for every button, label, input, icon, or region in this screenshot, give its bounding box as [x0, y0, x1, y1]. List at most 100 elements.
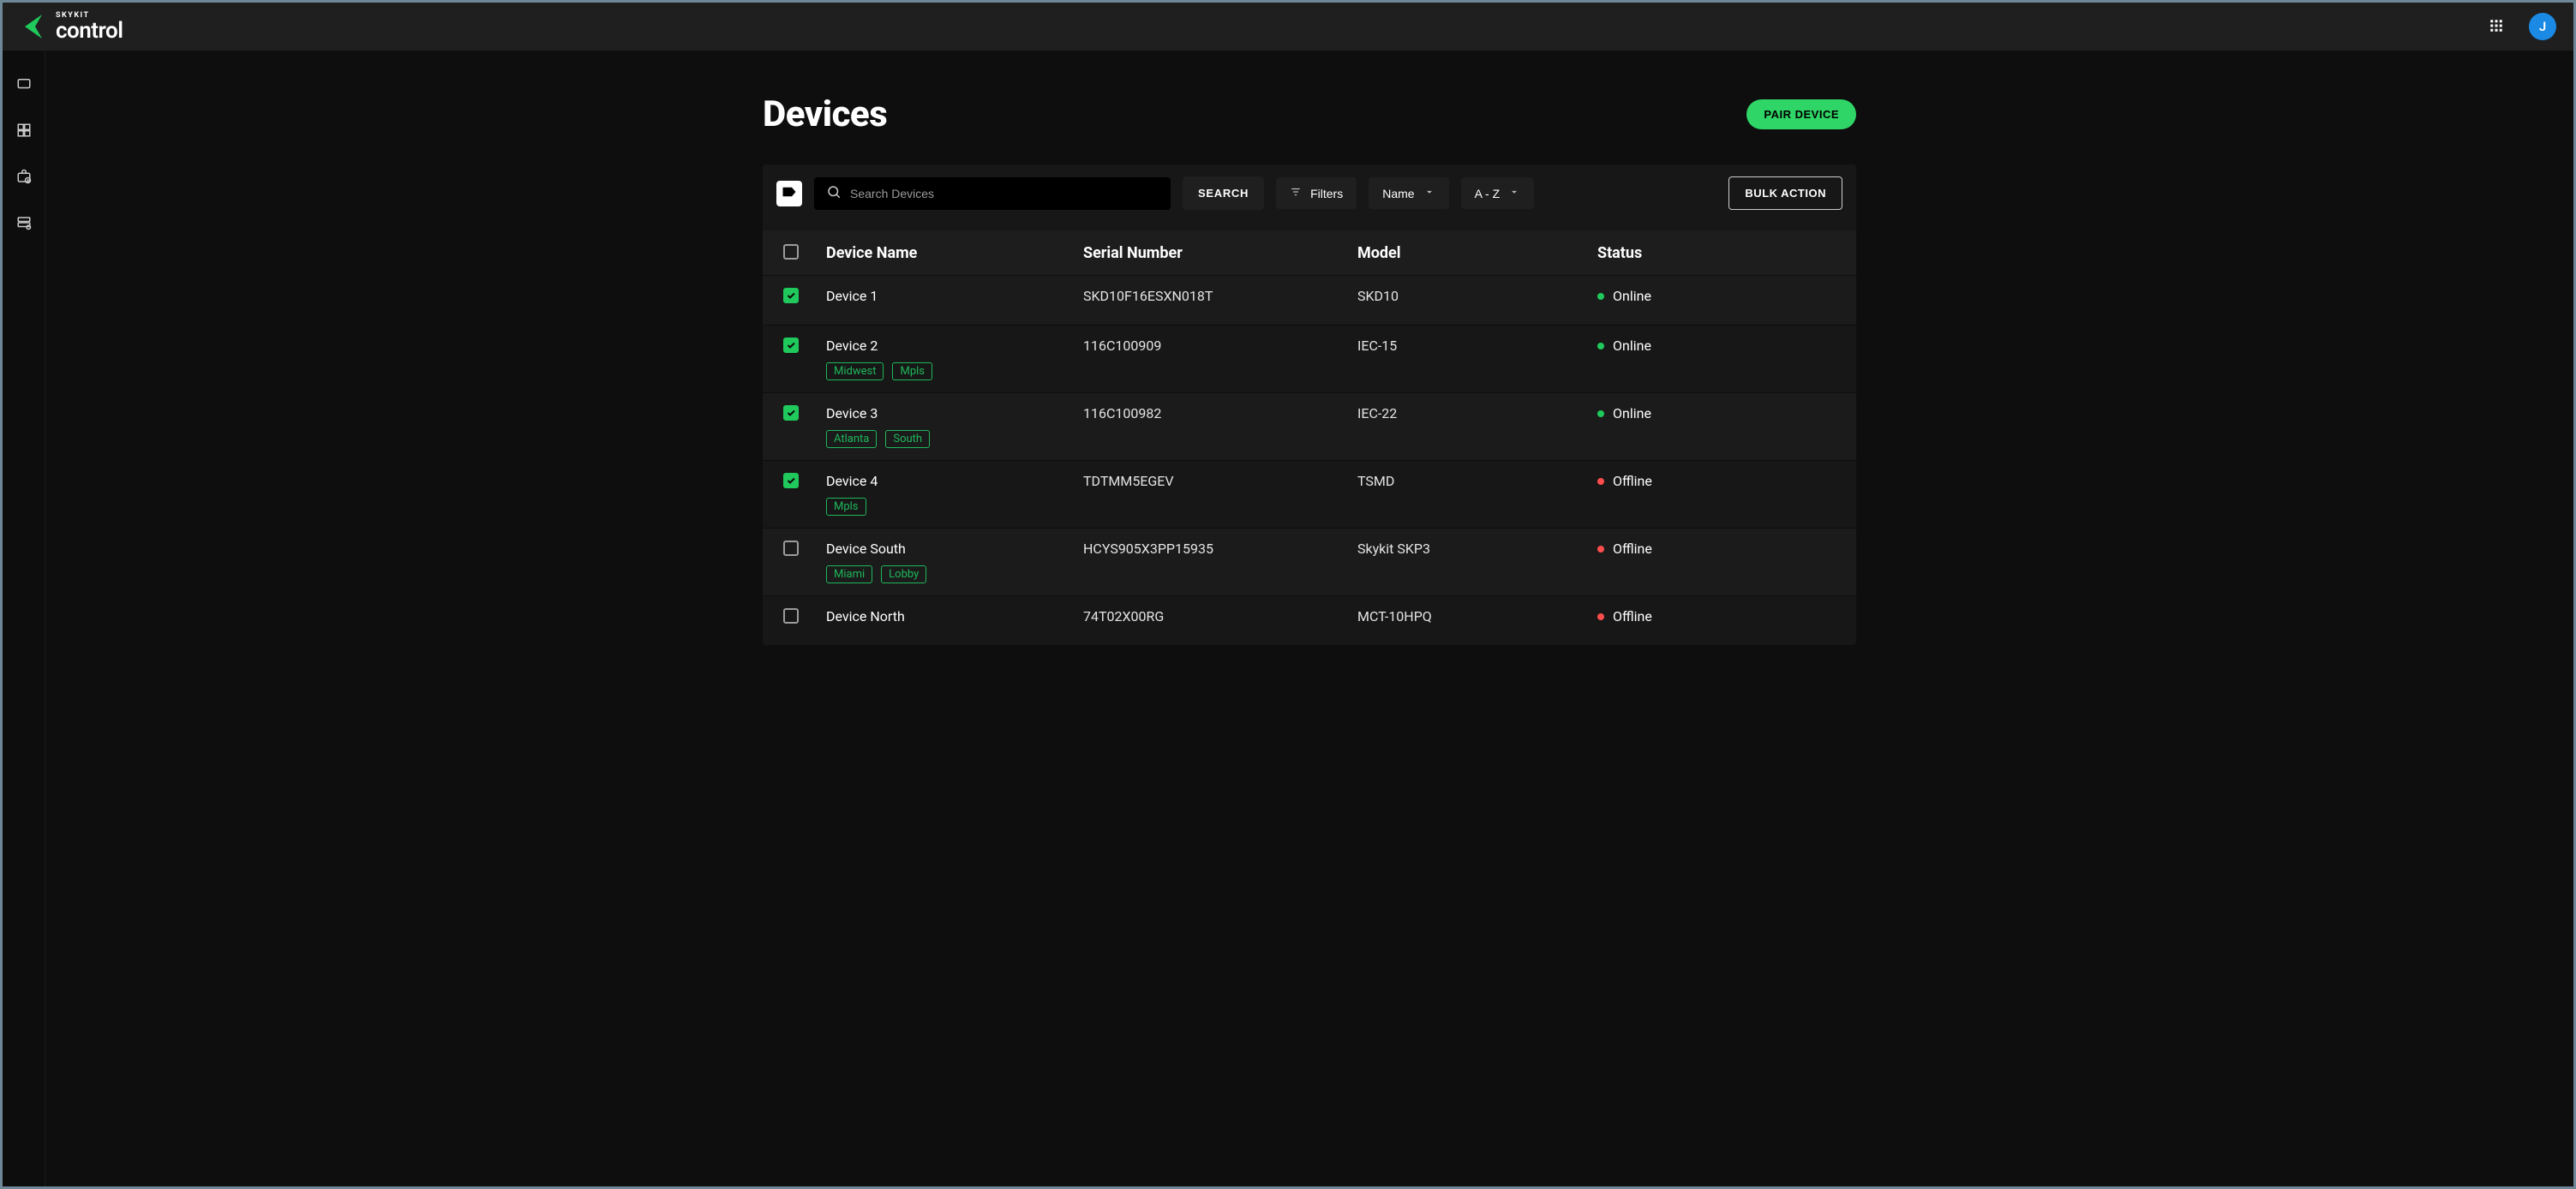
device-status: Online	[1597, 405, 1836, 421]
status-text: Offline	[1613, 473, 1652, 489]
chevron-down-icon	[1508, 186, 1520, 200]
table-body: Device 1SKD10F16ESXN018TSKD10OnlineDevic…	[763, 275, 1856, 645]
device-tag[interactable]: South	[885, 430, 930, 448]
app-header: SKYKIT control J	[3, 3, 2573, 51]
avatar-initial: J	[2539, 19, 2546, 34]
table-row[interactable]: Device SouthMiamiLobbyHCYS905X3PP15935Sk…	[763, 528, 1856, 595]
brand-logo-icon	[20, 13, 47, 40]
table-row[interactable]: Device North74T02X00RGMCT-10HPQOffline	[763, 595, 1856, 645]
brand: SKYKIT control	[20, 12, 123, 42]
title-row: Devices PAIR DEVICE	[763, 93, 1856, 164]
row-checkbox[interactable]	[783, 288, 799, 303]
device-model: SKD10	[1357, 288, 1597, 304]
page-title: Devices	[763, 93, 887, 135]
status-dot-icon	[1597, 293, 1604, 300]
sort-field-value: Name	[1382, 187, 1414, 200]
device-name: Device 4	[826, 473, 1083, 489]
sidebar-item-storage[interactable]	[10, 210, 38, 237]
tag-icon	[782, 186, 797, 200]
device-status: Offline	[1597, 608, 1836, 624]
device-model: TSMD	[1357, 473, 1597, 489]
device-serial: SKD10F16ESXN018T	[1083, 288, 1357, 304]
tag-filter-toggle[interactable]	[776, 181, 802, 206]
device-tag[interactable]: Midwest	[826, 362, 884, 380]
filters-label: Filters	[1310, 187, 1343, 200]
table-row[interactable]: Device 3 Atlanta South 116C100982IEC-22 Onli…	[763, 392, 1856, 460]
sort-order-value: A - Z	[1475, 187, 1501, 200]
bulk-action-button[interactable]: BULK ACTION	[1728, 176, 1842, 210]
sidebar-item-schedule[interactable]	[10, 164, 38, 191]
table-row[interactable]: Device 1SKD10F16ESXN018TSKD10 Online	[763, 275, 1856, 325]
row-checkbox[interactable]	[783, 608, 799, 624]
app-switcher-button[interactable]	[2479, 9, 2513, 44]
status-text: Online	[1613, 405, 1651, 421]
device-tag[interactable]: Miami	[826, 565, 872, 583]
row-checkbox[interactable]	[783, 541, 799, 556]
select-all-checkbox[interactable]	[783, 244, 799, 260]
row-checkbox[interactable]	[783, 338, 799, 353]
device-serial: 74T02X00RG	[1083, 608, 1357, 624]
device-model: MCT-10HPQ	[1357, 608, 1597, 624]
device-serial: 116C100909	[1083, 338, 1357, 354]
sort-field-select[interactable]: Name	[1369, 177, 1448, 209]
device-status: Offline	[1597, 473, 1836, 489]
device-serial: HCYS905X3PP15935	[1083, 541, 1357, 557]
table-row[interactable]: Device 2 Midwest Mpls 116C100909IEC-15 Onlin…	[763, 325, 1856, 392]
app-grid-icon	[2489, 18, 2504, 36]
device-tag[interactable]: Mpls	[826, 498, 866, 516]
server-settings-icon	[16, 215, 32, 233]
device-name: Device 2	[826, 338, 1083, 354]
sidebar-item-grid[interactable]	[10, 117, 38, 145]
device-serial: 116C100982	[1083, 405, 1357, 421]
device-tags: Midwest Mpls	[826, 362, 1083, 380]
search-input[interactable]	[850, 187, 1159, 200]
table-header-row: Device Name Serial Number Model Status	[763, 230, 1856, 275]
device-model: IEC-22	[1357, 405, 1597, 421]
device-name: Device South	[826, 541, 1083, 557]
search-box[interactable]	[814, 177, 1171, 210]
row-checkbox[interactable]	[783, 473, 799, 488]
device-model: IEC-15	[1357, 338, 1597, 354]
devices-table: Device Name Serial Number Model Status D…	[763, 230, 1856, 645]
filters-button[interactable]: Filters	[1276, 177, 1357, 209]
avatar[interactable]: J	[2529, 13, 2556, 40]
search-icon	[826, 184, 842, 203]
search-button[interactable]: SEARCH	[1183, 176, 1264, 210]
device-tags: Atlanta South	[826, 430, 1083, 448]
pair-device-button[interactable]: PAIR DEVICE	[1746, 99, 1856, 129]
device-status: Online	[1597, 288, 1836, 304]
status-text: Online	[1613, 338, 1651, 354]
device-tags: Miami Lobby	[826, 565, 1083, 583]
col-header-status: Status	[1597, 244, 1836, 262]
device-name: Device North	[826, 608, 1083, 624]
device-status: Online	[1597, 338, 1836, 354]
brand-name: control	[56, 20, 123, 42]
row-checkbox[interactable]	[783, 405, 799, 421]
device-name: Device 1	[826, 288, 1083, 304]
sidebar-item-devices[interactable]	[10, 71, 38, 99]
device-tag[interactable]: Atlanta	[826, 430, 877, 448]
status-dot-icon	[1597, 478, 1604, 485]
sort-order-select[interactable]: A - Z	[1461, 177, 1535, 209]
sidebar	[3, 51, 45, 1186]
grid-icon	[16, 122, 32, 140]
status-dot-icon	[1597, 410, 1604, 417]
col-header-serial: Serial Number	[1083, 244, 1357, 262]
col-header-name: Device Name	[826, 244, 1083, 262]
brand-text: SKYKIT control	[56, 12, 123, 42]
status-dot-icon	[1597, 343, 1604, 350]
main-content: Devices PAIR DEVICE	[45, 51, 2573, 1186]
device-status: Offline	[1597, 541, 1836, 557]
col-header-model: Model	[1357, 244, 1597, 262]
table-row[interactable]: Device 4MplsTDTMM5EGEVTSMDOffline	[763, 460, 1856, 528]
chevron-down-icon	[1423, 186, 1435, 200]
device-name: Device 3	[826, 405, 1083, 421]
status-text: Online	[1613, 288, 1651, 304]
status-text: Offline	[1613, 541, 1652, 557]
device-tags: Mpls	[826, 498, 1083, 516]
device-tag[interactable]: Lobby	[881, 565, 926, 583]
panel-toolbar: SEARCH Filters Name A - Z	[763, 164, 1856, 222]
briefcase-clock-icon	[16, 169, 32, 187]
device-tag[interactable]: Mpls	[892, 362, 932, 380]
filter-icon	[1290, 186, 1302, 200]
